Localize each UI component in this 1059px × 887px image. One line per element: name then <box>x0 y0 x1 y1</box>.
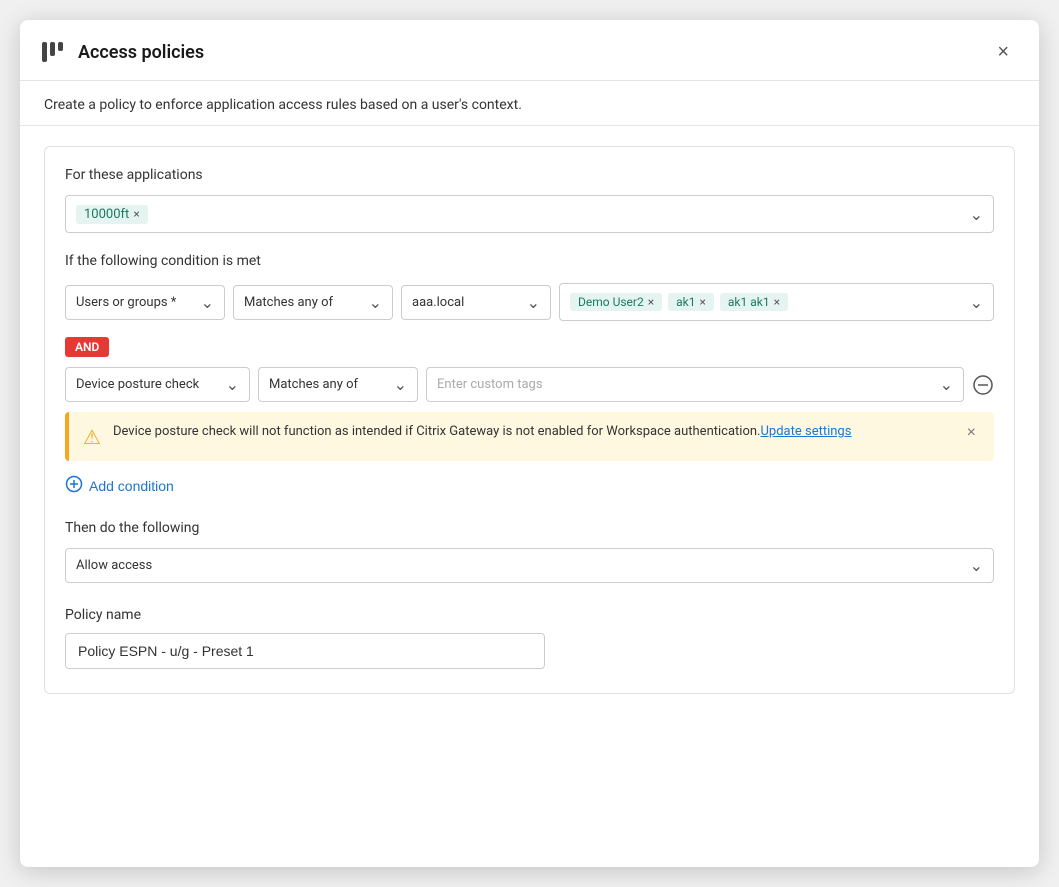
warning-box: ⚠ Device posture check will not function… <box>65 412 994 461</box>
custom-tags-input[interactable]: Enter custom tags ⌄ <box>426 367 964 402</box>
domain-chevron-icon: ⌄ <box>527 293 540 312</box>
minus-circle-icon <box>972 374 994 396</box>
policy-name-label: Policy name <box>65 607 994 623</box>
domain-select[interactable]: aaa.local ⌄ <box>401 285 551 320</box>
matches-any-of-label-2: Matches any of <box>269 377 358 392</box>
condition-section: If the following condition is met Users … <box>65 253 994 496</box>
and-label: AND <box>65 337 109 357</box>
value-tag-label-2: ak1 <box>676 295 695 309</box>
header-left: Access policies <box>40 38 204 66</box>
warning-triangle-icon: ⚠ <box>83 425 101 449</box>
applications-chevron-icon: ⌄ <box>970 205 983 224</box>
modal-body: For these applications 10000ft × ⌄ If th… <box>20 126 1039 867</box>
matches-any-of-label-1: Matches any of <box>244 295 333 310</box>
condition-row-2: Device posture check ⌄ Matches any of ⌄ … <box>65 367 994 402</box>
action-label: Allow access <box>76 558 152 573</box>
warning-message: Device posture check will not function a… <box>113 424 761 439</box>
app-tag-10000ft: 10000ft × <box>76 205 148 224</box>
access-policies-modal: Access policies × Create a policy to enf… <box>20 20 1039 867</box>
users-groups-chevron-icon: ⌄ <box>201 293 214 312</box>
app-tag-label: 10000ft <box>84 207 129 222</box>
value-tag-label-3: ak1 ak1 <box>728 295 770 309</box>
applications-section: For these applications 10000ft × ⌄ <box>65 167 994 233</box>
applications-select[interactable]: 10000ft × ⌄ <box>65 195 994 233</box>
main-section: For these applications 10000ft × ⌄ If th… <box>44 146 1015 694</box>
then-section: Then do the following Allow access ⌄ <box>65 520 994 583</box>
warning-close-button[interactable]: × <box>963 424 980 442</box>
value-tag-label-1: Demo User2 <box>578 295 644 309</box>
matches-any-chevron-icon-2: ⌄ <box>394 375 407 394</box>
update-settings-link[interactable]: Update settings <box>760 424 851 439</box>
values-chevron-icon: ⌄ <box>970 293 983 312</box>
close-button[interactable]: × <box>991 40 1015 64</box>
matches-any-of-select-2[interactable]: Matches any of ⌄ <box>258 367 418 402</box>
device-posture-chevron-icon: ⌄ <box>226 375 239 394</box>
then-label: Then do the following <box>65 520 994 536</box>
value-tag-close-1[interactable]: × <box>648 295 654 309</box>
custom-tags-placeholder: Enter custom tags <box>437 377 543 392</box>
modal-subtitle: Create a policy to enforce application a… <box>20 81 1039 126</box>
values-select[interactable]: Demo User2 × ak1 × ak1 ak1 × <box>559 283 994 321</box>
action-chevron-icon: ⌄ <box>970 556 983 575</box>
applications-label: For these applications <box>65 167 994 183</box>
remove-condition-button[interactable] <box>972 374 994 396</box>
add-condition-button[interactable]: Add condition <box>65 475 174 496</box>
condition-row-1: Users or groups * ⌄ Matches any of ⌄ aaa… <box>65 283 994 321</box>
app-tag-close[interactable]: × <box>133 207 139 221</box>
modal-header: Access policies × <box>20 20 1039 81</box>
device-posture-label: Device posture check <box>76 377 199 392</box>
value-tag-demo-user2: Demo User2 × <box>570 293 662 311</box>
value-tag-ak1: ak1 × <box>668 293 714 311</box>
modal-title: Access policies <box>78 42 204 63</box>
custom-tags-chevron-icon: ⌄ <box>940 375 953 394</box>
selected-apps-tags: 10000ft × <box>76 205 148 224</box>
policy-name-section: Policy name <box>65 607 994 669</box>
matches-any-chevron-icon-1: ⌄ <box>369 293 382 312</box>
device-posture-select[interactable]: Device posture check ⌄ <box>65 367 250 402</box>
warning-text: Device posture check will not function a… <box>113 424 951 439</box>
value-tag-close-3[interactable]: × <box>774 295 780 309</box>
users-groups-select[interactable]: Users or groups * ⌄ <box>65 285 225 320</box>
add-condition-label: Add condition <box>89 478 174 494</box>
values-tags: Demo User2 × ak1 × ak1 ak1 × <box>570 293 788 311</box>
matches-any-of-select-1[interactable]: Matches any of ⌄ <box>233 285 393 320</box>
policy-name-input[interactable] <box>65 633 545 669</box>
condition-label: If the following condition is met <box>65 253 994 269</box>
value-tag-close-2[interactable]: × <box>700 295 706 309</box>
value-tag-ak1-ak1: ak1 ak1 × <box>720 293 788 311</box>
action-select[interactable]: Allow access ⌄ <box>65 548 994 583</box>
app-logo-icon <box>40 38 68 66</box>
users-groups-label: Users or groups * <box>76 295 176 310</box>
add-condition-plus-icon <box>65 475 83 496</box>
and-badge: AND <box>65 331 994 367</box>
domain-label: aaa.local <box>412 295 464 310</box>
